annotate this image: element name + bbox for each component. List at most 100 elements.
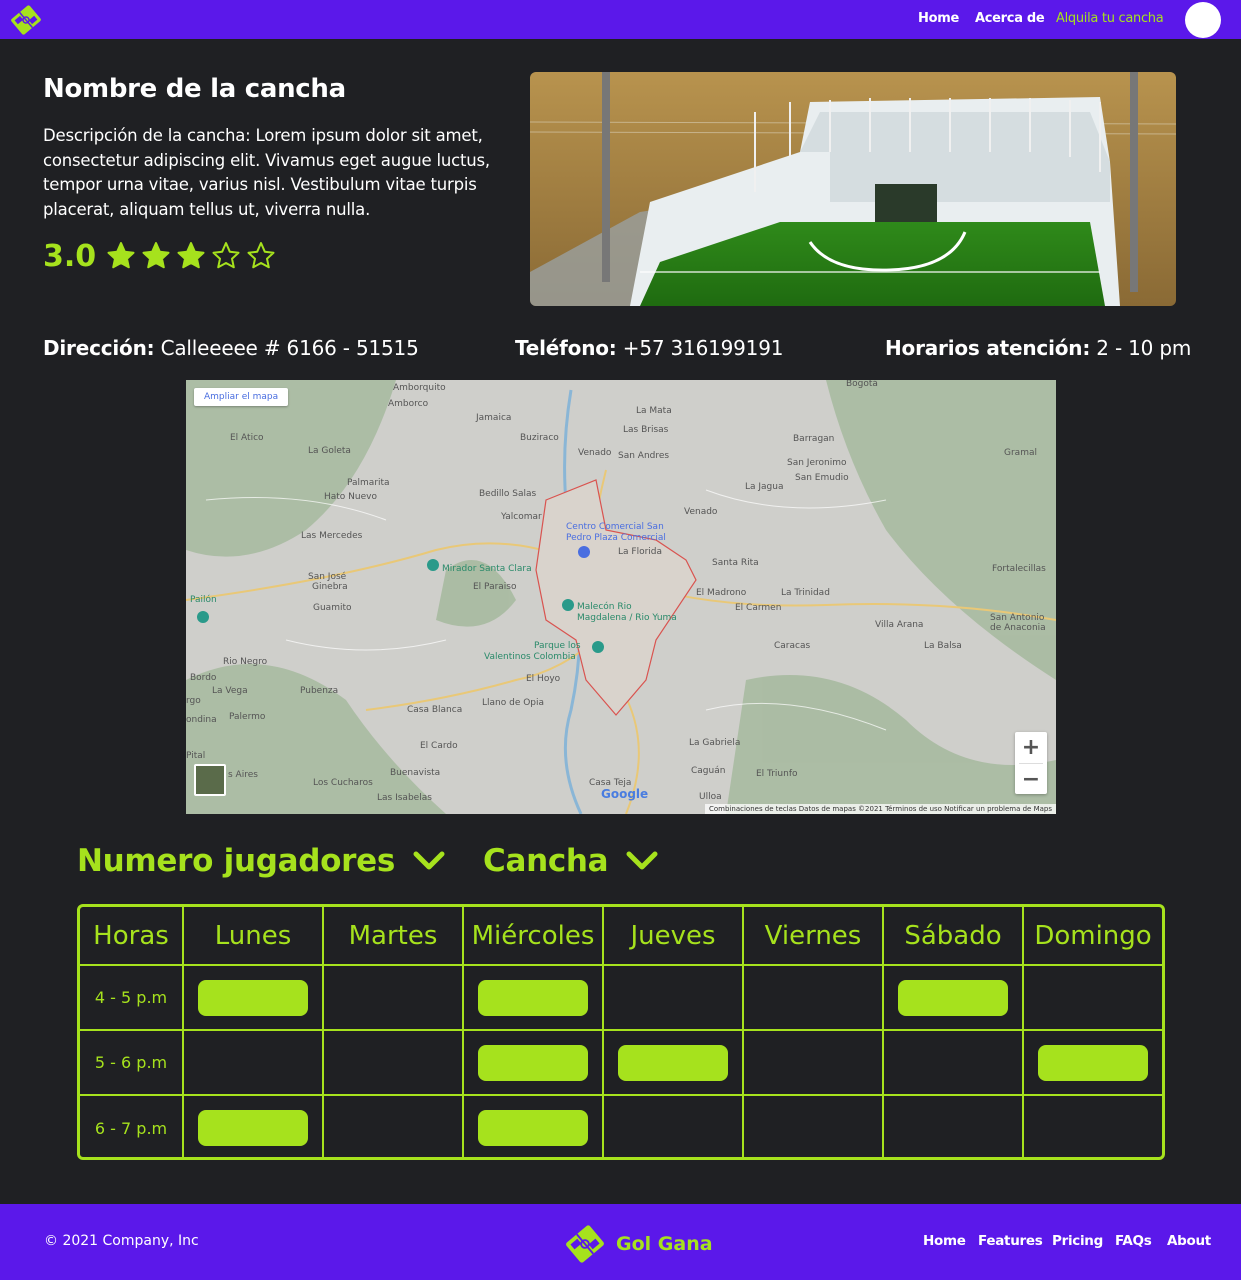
svg-text:Venado: Venado (684, 507, 718, 517)
svg-text:Villa Arana: Villa Arana (875, 620, 923, 630)
svg-text:La Gabriela: La Gabriela (689, 738, 740, 748)
svg-text:San Andres: San Andres (618, 451, 669, 461)
svg-text:San Jeronimo: San Jeronimo (787, 458, 847, 468)
svg-text:Fortalecillas: Fortalecillas (992, 564, 1046, 574)
nav-rent-link[interactable]: Alquila tu cancha (1056, 11, 1164, 26)
schedule-cell[interactable] (742, 964, 884, 1031)
svg-text:La Mata: La Mata (636, 406, 672, 416)
schedule-cell[interactable] (882, 1029, 1024, 1096)
footer-link-faqs[interactable]: FAQs (1115, 1233, 1152, 1249)
svg-text:Gramal: Gramal (1004, 448, 1037, 458)
schedule-row: 6 - 7 p.m (80, 1094, 1162, 1157)
svg-text:Buziraco: Buziraco (520, 433, 559, 443)
svg-text:Magdalena / Rio Yuma: Magdalena / Rio Yuma (577, 613, 677, 623)
svg-text:Ulloa: Ulloa (699, 792, 722, 802)
booked-slot[interactable] (478, 979, 588, 1016)
star-empty-icon[interactable] (211, 241, 241, 271)
schedule-cell (462, 1094, 604, 1157)
booked-slot[interactable] (1038, 1044, 1148, 1081)
svg-text:El Paraiso: El Paraiso (473, 582, 517, 592)
schedule-cell[interactable] (742, 1029, 884, 1096)
schedule-header-cell: Martes (322, 907, 464, 966)
booked-slot[interactable] (478, 1110, 588, 1146)
logo-icon[interactable] (8, 4, 44, 36)
svg-text:Parque los: Parque los (534, 641, 581, 651)
schedule-cell[interactable] (1022, 964, 1162, 1031)
embedded-map[interactable]: Amborquito Amborco Bogotá Jamaica La Mata L… (186, 380, 1056, 814)
copyright: © 2021 Company, Inc (44, 1233, 199, 1249)
star-empty-icon[interactable] (246, 241, 276, 271)
footer-link-features[interactable]: Features (978, 1233, 1043, 1249)
google-logo: Google (601, 787, 649, 801)
booked-slot[interactable] (198, 979, 308, 1016)
star-filled-icon[interactable] (106, 241, 136, 271)
schedule-header-cell: Sábado (882, 907, 1024, 966)
schedule-cell[interactable] (1022, 1094, 1162, 1157)
court-photo-illustration (530, 72, 1176, 306)
nav-home-link[interactable]: Home (918, 11, 959, 26)
svg-text:El Triunfo: El Triunfo (756, 769, 798, 779)
map-attribution[interactable]: Combinaciones de teclas Datos de mapas ©… (705, 804, 1056, 814)
schedule-cell[interactable] (182, 1029, 324, 1096)
zoom-in-button[interactable]: + (1015, 732, 1047, 763)
chevron-down-icon (413, 851, 445, 870)
zoom-out-button[interactable]: − (1015, 764, 1047, 795)
court-photo (530, 72, 1176, 306)
footer-link-pricing[interactable]: Pricing (1052, 1233, 1103, 1249)
footer-link-about[interactable]: About (1167, 1233, 1211, 1249)
rating-stars (106, 241, 281, 271)
players-dropdown[interactable]: Numero jugadores (77, 843, 445, 879)
court-dropdown[interactable]: Cancha (483, 843, 658, 879)
court-title: Nombre de la cancha (43, 74, 346, 104)
booked-slot[interactable] (618, 1044, 728, 1081)
schedule-cell[interactable] (742, 1094, 884, 1157)
schedule-cell[interactable] (602, 1094, 744, 1157)
schedule-cell[interactable] (882, 1094, 1024, 1157)
map-canvas[interactable]: Amborquito Amborco Bogotá Jamaica La Mata L… (186, 380, 1056, 814)
players-dropdown-label: Numero jugadores (77, 843, 395, 879)
schedule-header-cell: Jueves (602, 907, 744, 966)
schedule-cell[interactable] (322, 1029, 464, 1096)
satellite-toggle[interactable] (194, 764, 226, 796)
svg-text:La Balsa: La Balsa (924, 641, 962, 651)
svg-text:El Hoyo: El Hoyo (526, 674, 561, 684)
schedule-cell[interactable] (322, 964, 464, 1031)
schedule-cell (602, 1029, 744, 1096)
rating-value: 3.0 (43, 238, 97, 274)
booked-slot[interactable] (478, 1044, 588, 1081)
svg-text:El Atico: El Atico (230, 433, 264, 443)
svg-text:Llano de Opia: Llano de Opia (482, 698, 544, 708)
svg-text:de Anaconia: de Anaconia (990, 623, 1046, 633)
svg-text:Las Mercedes: Las Mercedes (301, 531, 363, 541)
footer-link-home[interactable]: Home (923, 1233, 966, 1249)
svg-text:Malecón Rio: Malecón Rio (577, 601, 632, 612)
schedule-hour-cell: 6 - 7 p.m (80, 1094, 184, 1157)
brand-name: Gol Gana (616, 1233, 713, 1255)
expand-map-button[interactable]: Ampliar el mapa (194, 388, 289, 406)
booked-slot[interactable] (898, 979, 1008, 1016)
svg-text:Caguán: Caguán (691, 766, 725, 776)
svg-text:Guamito: Guamito (313, 603, 352, 613)
svg-text:La Jagua: La Jagua (745, 482, 784, 492)
svg-text:Las Isabelas: Las Isabelas (377, 793, 432, 803)
svg-text:s Aires: s Aires (228, 770, 258, 780)
star-filled-icon[interactable] (141, 241, 171, 271)
svg-text:Casa Blanca: Casa Blanca (407, 705, 462, 715)
booked-slot[interactable] (198, 1110, 308, 1146)
svg-text:San Antonio: San Antonio (990, 613, 1045, 623)
avatar[interactable] (1185, 2, 1221, 38)
svg-text:El Madrono: El Madrono (696, 588, 747, 598)
schedule-header-cell: Domingo (1022, 907, 1162, 966)
schedule-cell[interactable] (322, 1094, 464, 1157)
schedule-table: Horas Lunes Martes Miércoles Jueves Viernes Sá… (77, 904, 1165, 1160)
footer-brand[interactable]: Gol Gana (562, 1222, 713, 1266)
svg-text:Mirador Santa Clara: Mirador Santa Clara (442, 564, 532, 574)
footer: © 2021 Company, Inc Gol Gana Home Featur… (0, 1204, 1241, 1280)
nav-about-link[interactable]: Acerca de (975, 11, 1045, 26)
schedule-hour-cell: 5 - 6 p.m (80, 1029, 184, 1096)
schedule-header-cell: Miércoles (462, 907, 604, 966)
svg-text:Los Cucharos: Los Cucharos (313, 778, 373, 788)
schedule-cell[interactable] (602, 964, 744, 1031)
svg-text:Hato Nuevo: Hato Nuevo (324, 492, 377, 502)
star-filled-icon[interactable] (176, 241, 206, 271)
